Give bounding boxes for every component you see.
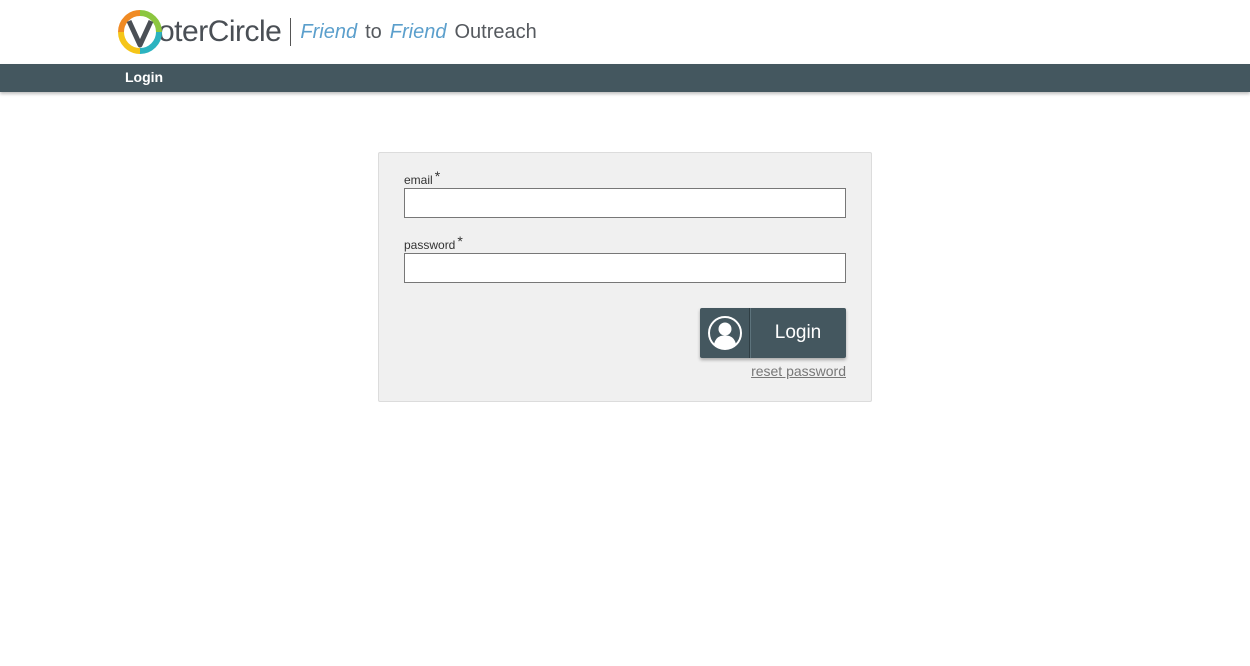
login-card: email * password * Login reset password (378, 152, 872, 402)
votercircle-logo[interactable]: oterCircle Friend to Friend Outreach (118, 9, 537, 55)
nav-bar: Login (0, 64, 1250, 92)
email-field[interactable] (404, 188, 846, 218)
login-button[interactable]: Login (700, 308, 846, 358)
nav-item-login[interactable]: Login (125, 69, 163, 85)
tagline-word-outreach: Outreach (454, 20, 537, 43)
password-field[interactable] (404, 253, 846, 283)
brand-name: oterCircle (158, 15, 282, 48)
password-required-marker: * (457, 233, 463, 249)
tagline: Friend to Friend Outreach (300, 21, 536, 44)
logo-divider (290, 18, 292, 46)
logo-mark-icon (118, 10, 162, 54)
email-required-marker: * (434, 168, 441, 184)
password-label: password * (404, 233, 463, 252)
user-avatar-icon (700, 308, 750, 358)
reset-password-link[interactable]: reset password (751, 363, 846, 379)
password-label-text: password (404, 238, 456, 252)
email-label-text: email (404, 173, 433, 187)
tagline-word-friend-2: Friend (389, 20, 447, 43)
header: oterCircle Friend to Friend Outreach (0, 0, 1250, 64)
email-label: email * (404, 168, 441, 187)
login-button-label: Login (774, 322, 822, 343)
tagline-word-to: to (365, 20, 382, 43)
tagline-word-friend-1: Friend (300, 20, 358, 43)
